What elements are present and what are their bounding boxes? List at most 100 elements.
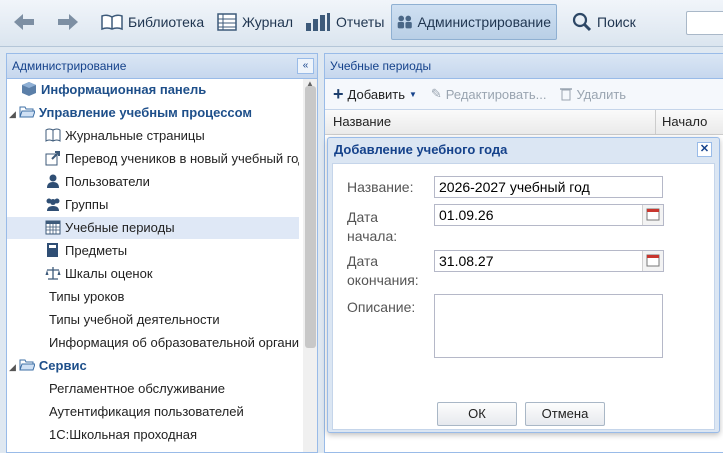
user-icon: [47, 174, 59, 188]
tree-item-grade-scales[interactable]: Шкалы оценок: [45, 263, 317, 285]
end-date-picker-button[interactable]: [642, 251, 663, 271]
start-date-label-line1: Дата: [347, 209, 379, 225]
search-input[interactable]: [686, 11, 723, 35]
book-icon: [101, 14, 123, 31]
group-icon: [46, 198, 60, 211]
folder-open-icon: [19, 359, 35, 371]
cancel-button[interactable]: Отмена: [525, 402, 605, 426]
collapse-panel-button[interactable]: «: [297, 58, 314, 74]
name-value: 2026-2027 учебный год: [439, 179, 590, 195]
tree-item-label: Предметы: [65, 243, 128, 258]
start-date-field[interactable]: 01.09.26: [434, 204, 664, 226]
column-divider[interactable]: [655, 110, 656, 134]
trash-icon: [560, 88, 573, 101]
tree-item-label: Типы учебной деятельности: [49, 312, 220, 327]
library-button[interactable]: Библиотека: [96, 4, 209, 40]
tree-item-users[interactable]: Пользователи: [45, 171, 317, 193]
tree-item-groups[interactable]: Группы: [45, 194, 317, 216]
tree-item-maintenance[interactable]: Регламентное обслуживание: [49, 378, 317, 400]
panel-header: Администрирование «: [7, 54, 317, 79]
grid-header: Название Начало: [325, 110, 723, 135]
start-date-label: Дата начала:: [347, 208, 397, 246]
journal-button[interactable]: Журнал: [212, 4, 298, 40]
delete-button[interactable]: Удалить: [560, 87, 626, 102]
dialog-title: Добавление учебного года ✕: [328, 138, 719, 162]
reports-button[interactable]: Отчеты: [300, 4, 389, 40]
description-label: Описание:: [347, 299, 416, 315]
admin-button[interactable]: Администрирование: [391, 4, 557, 40]
close-dialog-button[interactable]: ✕: [697, 142, 712, 157]
end-date-label-line2: окончания:: [347, 272, 419, 288]
column-header-name[interactable]: Название: [333, 110, 391, 134]
tree-item-learning-management[interactable]: ◢ Управление учебным процессом: [9, 102, 301, 124]
subject-icon: [47, 243, 58, 257]
tree-item-organization-info[interactable]: Информация об образовательной организаци…: [49, 332, 299, 354]
close-icon: ✕: [699, 143, 710, 155]
vertical-scrollbar[interactable]: ▲: [303, 79, 317, 452]
library-label: Библиотека: [128, 14, 205, 30]
add-button[interactable]: + Добавить ▼: [333, 84, 417, 105]
add-label: Добавить: [347, 86, 405, 102]
tree-item-label: Журнальные страницы: [65, 128, 205, 143]
admin-navigation-panel: Администрирование « Информационная панел…: [6, 53, 318, 453]
tree-item-study-periods[interactable]: Учебные периоды: [7, 217, 299, 239]
expand-triangle-icon[interactable]: ◢: [9, 362, 16, 372]
tree-item-label: Информация об образовательной организаци…: [49, 335, 299, 350]
tree-item-activity-types[interactable]: Типы учебной деятельности: [49, 309, 317, 331]
tree-item-info-panel[interactable]: Информационная панель: [21, 79, 313, 101]
forward-arrow-icon[interactable]: [54, 8, 82, 36]
panel-title: Администрирование: [12, 59, 127, 73]
plus-icon: +: [333, 83, 344, 104]
tree-item-subjects[interactable]: Предметы: [45, 240, 317, 262]
dialog-form: Название: 2026-2027 учебный год Дата нач…: [332, 163, 715, 430]
search-button[interactable]: Поиск: [567, 4, 641, 40]
tree-item-label: Пользователи: [65, 174, 150, 189]
pencil-icon: ✎: [430, 86, 442, 101]
reports-label: Отчеты: [336, 14, 385, 30]
dialog-title-text: Добавление учебного года: [334, 142, 508, 157]
bar-chart-icon: [306, 13, 330, 31]
transfer-icon: [45, 151, 60, 166]
tree-item-student-transfer[interactable]: Перевод учеников в новый учебный год: [45, 148, 299, 170]
tree-item-lesson-types[interactable]: Типы уроков: [49, 286, 317, 308]
calendar-picker-icon: [646, 208, 660, 221]
back-arrow-icon[interactable]: [10, 8, 38, 36]
start-date-label-line2: начала:: [347, 228, 398, 244]
column-header-start[interactable]: Начало: [662, 110, 707, 134]
start-date-picker-button[interactable]: [642, 205, 663, 225]
expand-triangle-icon[interactable]: ◢: [9, 109, 16, 119]
tree-item-label: Перевод учеников в новый учебный год: [65, 151, 299, 166]
tree-item-label: Группы: [65, 197, 109, 212]
start-date-value: 01.09.26: [439, 207, 494, 223]
end-date-label: Дата окончания:: [347, 252, 419, 290]
end-date-value: 31.08.27: [439, 253, 494, 269]
description-field[interactable]: [434, 294, 663, 358]
calendar-picker-icon: [646, 254, 660, 267]
tree-item-journal-pages[interactable]: Журнальные страницы: [45, 125, 317, 147]
tree-item-label: Шкалы оценок: [65, 266, 153, 281]
main-toolbar: Библиотека Журнал Отчеты Администрирован…: [0, 0, 723, 47]
journal-label: Журнал: [242, 14, 294, 30]
scales-icon: [45, 267, 61, 280]
tree-item-label: Информационная панель: [41, 82, 207, 97]
book-icon: [45, 128, 61, 142]
end-date-field[interactable]: 31.08.27: [434, 250, 664, 272]
calendar-icon: [45, 220, 61, 235]
tree-item-school-pass[interactable]: 1С:Школьная проходная: [49, 424, 317, 446]
panel-header: Учебные периоды: [325, 54, 723, 79]
tree-item-label: 1С:Школьная проходная: [49, 427, 198, 442]
journal-icon: [217, 13, 237, 31]
edit-button[interactable]: ✎ Редактировать...: [431, 86, 547, 102]
tree-item-label: Аутентификация пользователей: [49, 404, 244, 419]
tree-item-authentication[interactable]: Аутентификация пользователей: [49, 401, 317, 423]
search-icon: [572, 12, 592, 32]
info-panel-icon: [22, 82, 36, 96]
scrollbar-thumb[interactable]: [305, 86, 316, 348]
ok-button[interactable]: ОК: [437, 402, 517, 426]
folder-open-icon: [19, 106, 35, 118]
tree-item-label: Учебные периоды: [65, 220, 175, 235]
name-label: Название:: [347, 179, 414, 195]
name-field[interactable]: 2026-2027 учебный год: [434, 176, 663, 198]
end-date-label-line1: Дата: [347, 253, 379, 269]
tree-item-service[interactable]: ◢ Сервис: [9, 355, 301, 377]
